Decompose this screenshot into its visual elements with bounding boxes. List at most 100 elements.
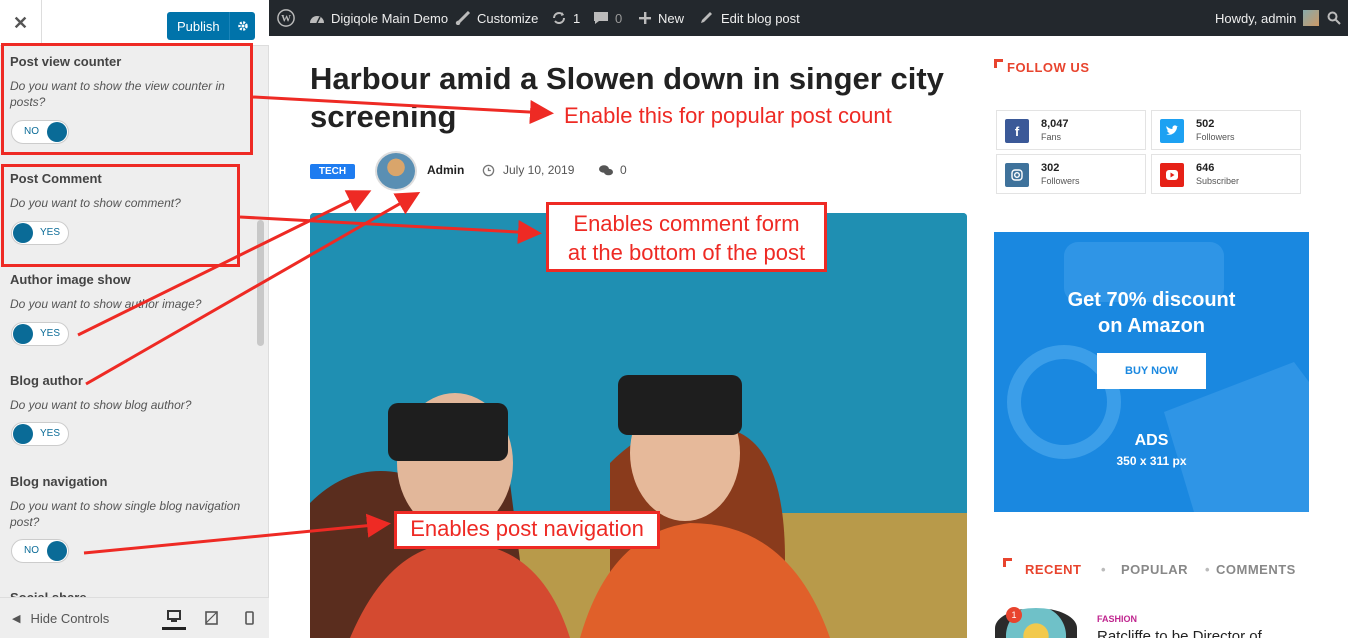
ad-headline: Get 70% discount on Amazon — [994, 287, 1309, 339]
hide-controls-label: Hide Controls — [30, 611, 110, 626]
customize-link[interactable]: Customize — [455, 0, 538, 36]
ad-headline-line1: Get 70% discount — [1067, 289, 1236, 311]
follow-count: 502 — [1196, 118, 1215, 130]
youtube-follow[interactable]: 646 Subscriber — [1151, 154, 1301, 194]
comment-icon — [594, 12, 608, 24]
follow-label: Followers — [1196, 132, 1235, 142]
blog-author-toggle[interactable]: YES — [11, 422, 69, 446]
post-date: July 10, 2019 — [482, 163, 574, 177]
publish-label: Publish — [177, 18, 220, 34]
desktop-icon[interactable] — [162, 606, 186, 630]
svg-text:W: W — [281, 14, 291, 25]
toggle-knob — [47, 541, 67, 561]
tablet-icon[interactable] — [199, 606, 223, 630]
category-badge[interactable]: TECH — [310, 164, 355, 179]
option-description: Do you want to show single blog navigati… — [10, 499, 241, 529]
pencil-icon — [701, 12, 712, 23]
toggle-knob — [13, 424, 33, 444]
comments-icon — [599, 164, 613, 175]
admin-avatar — [1303, 10, 1320, 26]
new-link[interactable]: New — [638, 0, 684, 36]
annotation-comment: Enables comment form at the bottom of th… — [546, 202, 827, 272]
search-icon[interactable] — [1327, 0, 1347, 36]
facebook-icon: f — [1005, 119, 1029, 143]
facebook-follow[interactable]: f 8,047 Fans — [996, 110, 1146, 150]
ad-label: ADS — [1134, 432, 1169, 449]
follow-label: Subscriber — [1196, 176, 1240, 186]
follow-us-title: FOLLOW US — [1007, 60, 1090, 75]
annotation-comment-line2: at the bottom of the post — [567, 240, 806, 265]
follow-count: 302 — [1041, 162, 1060, 174]
clock-icon — [482, 164, 495, 176]
tab-recent[interactable]: RECENT — [1025, 562, 1081, 577]
twitter-icon — [1160, 119, 1184, 143]
edit-post-label: Edit blog post — [721, 10, 800, 26]
option-blog-author: Blog author Do you want to show blog aut… — [10, 373, 250, 413]
account-menu[interactable]: Howdy, admin — [1215, 0, 1320, 36]
post-comments[interactable]: 0 — [598, 163, 627, 177]
instagram-follow[interactable]: 302 Followers — [996, 154, 1146, 194]
option-blog-navigation: Blog navigation Do you want to show sing… — [10, 474, 250, 530]
ad-headline-line2: on Amazon — [1097, 315, 1206, 337]
recent-post-category[interactable]: FASHION — [1097, 614, 1137, 624]
mobile-icon[interactable] — [237, 606, 261, 630]
follow-count: 8,047 — [1041, 118, 1069, 130]
ad-banner[interactable]: Get 70% discount on Amazon BUY NOW ADS 3… — [994, 232, 1309, 512]
follow-label: Followers — [1041, 176, 1080, 186]
twitter-follow[interactable]: 502 Followers — [1151, 110, 1301, 150]
collapse-icon: ◀ — [12, 613, 21, 625]
refresh-icon — [553, 12, 565, 24]
ad-size: 350 x 311 px — [1116, 454, 1187, 468]
tab-comments[interactable]: COMMENTS — [1216, 562, 1296, 577]
updates-link[interactable]: 1 — [551, 0, 580, 36]
toggle-state: NO — [24, 545, 39, 556]
annotation-navigation: Enables post navigation — [394, 511, 660, 549]
tab-popular[interactable]: POPULAR — [1121, 562, 1188, 577]
updates-count: 1 — [573, 10, 581, 26]
recent-post-title[interactable]: Ratcliffe to be Director of — [1097, 628, 1262, 638]
recent-corner-mark — [1003, 558, 1012, 567]
edit-post-link[interactable]: Edit blog post — [699, 0, 800, 36]
highlight-post-view-counter — [1, 43, 253, 155]
option-description: Do you want to show blog author? — [10, 398, 192, 412]
blog-navigation-toggle[interactable]: NO — [11, 539, 69, 563]
author-avatar — [375, 151, 417, 191]
close-icon[interactable]: ✕ — [0, 0, 42, 46]
toggle-knob — [13, 324, 33, 344]
tab-separator-dot: • — [1205, 562, 1211, 577]
author-image-toggle[interactable]: YES — [11, 322, 69, 346]
recent-post-number: 1 — [1006, 607, 1022, 623]
option-title: Author image show — [10, 272, 131, 287]
youtube-icon — [1160, 163, 1184, 187]
toggle-state: YES — [40, 428, 61, 439]
comments-link[interactable]: 0 — [593, 0, 622, 36]
toggle-state: YES — [40, 328, 61, 339]
highlight-post-comment — [1, 164, 240, 267]
publish-button[interactable]: Publish — [167, 12, 255, 40]
author-name[interactable]: Admin — [427, 163, 464, 177]
annotation-counter: Enable this for popular post count — [564, 103, 892, 128]
site-name: Digiqole Main Demo — [331, 10, 449, 26]
gear-icon[interactable] — [229, 12, 255, 40]
howdy-label: Howdy, admin — [1215, 10, 1297, 26]
comment-count: 0 — [620, 163, 627, 177]
dashboard-icon — [310, 16, 324, 24]
buy-now-button[interactable]: BUY NOW — [1097, 353, 1206, 389]
customizer-header: ✕ Publish — [0, 0, 269, 46]
wordpress-logo-icon[interactable]: W — [277, 0, 301, 36]
comments-count: 0 — [615, 10, 623, 26]
hide-controls-button[interactable]: ◀ Hide Controls — [12, 611, 109, 626]
admin-bar: W Digiqole Main Demo Customize 1 0 New E… — [269, 0, 1348, 36]
tab-separator-dot: • — [1101, 562, 1107, 577]
post-date-text: July 10, 2019 — [503, 163, 575, 177]
option-author-image: Author image show Do you want to show au… — [10, 272, 250, 312]
option-description: Do you want to show author image? — [10, 297, 202, 311]
customize-label: Customize — [477, 10, 539, 26]
site-name-link[interactable]: Digiqole Main Demo — [309, 0, 448, 36]
instagram-icon — [1005, 163, 1029, 187]
annotation-comment-line1: Enables comment form — [573, 211, 800, 236]
sidebar-scrollbar[interactable] — [257, 220, 264, 346]
featured-image — [310, 213, 967, 638]
brush-icon — [455, 11, 471, 25]
plus-icon — [639, 12, 651, 24]
